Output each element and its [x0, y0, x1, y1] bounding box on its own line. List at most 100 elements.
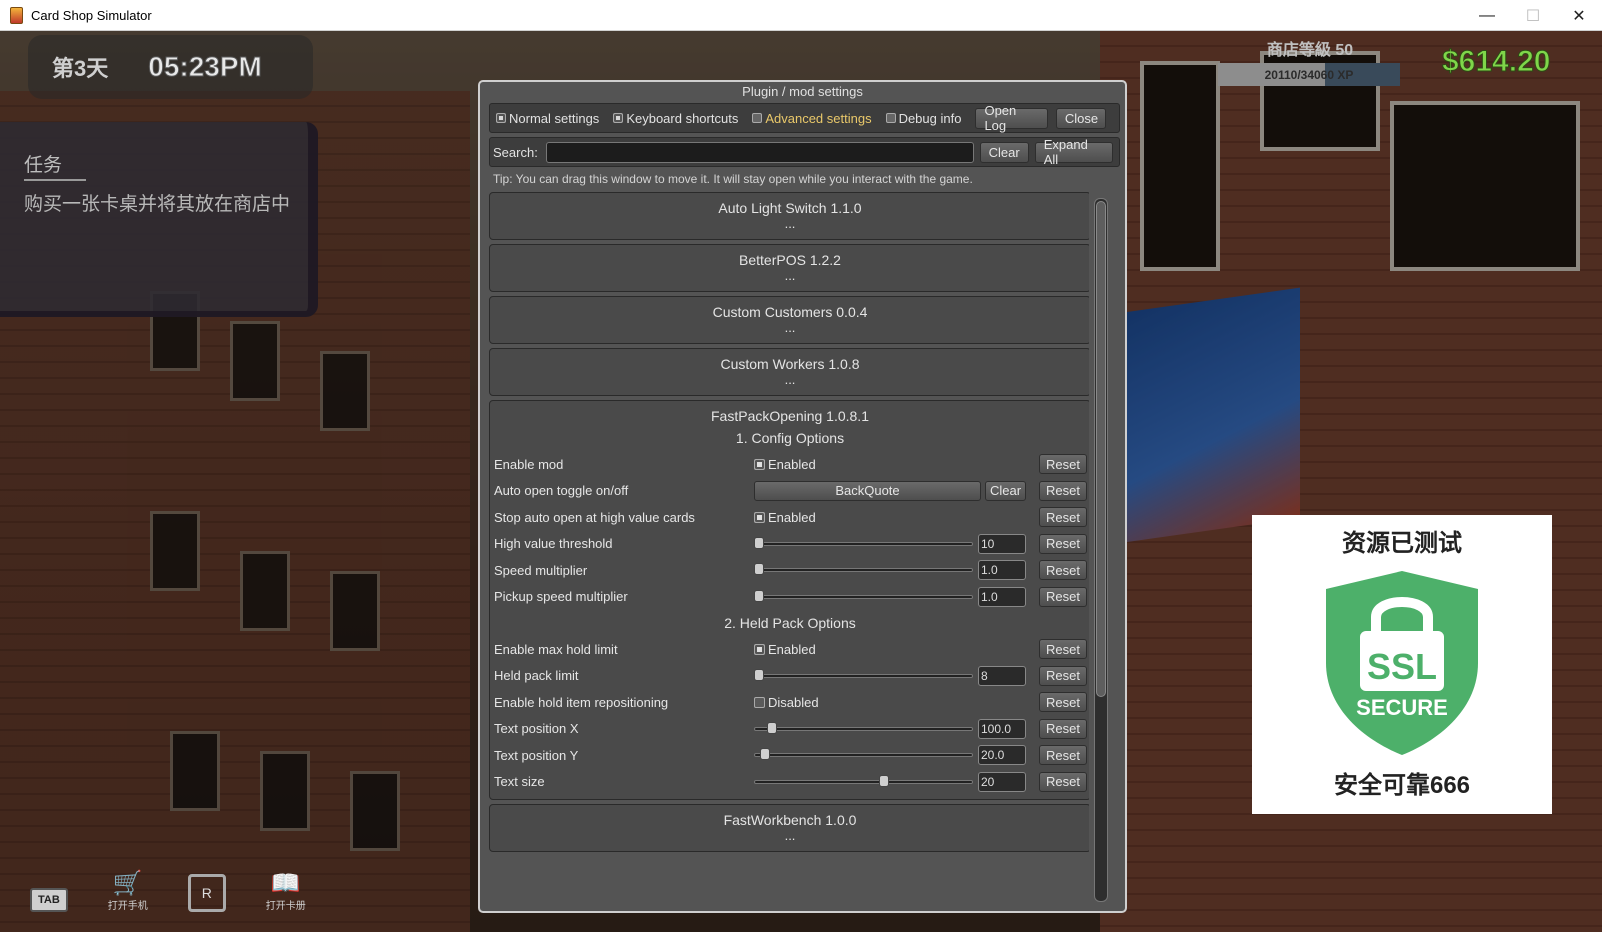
maximize-button[interactable]: ☐	[1510, 0, 1556, 31]
window-controls: — ☐ ✕	[1464, 0, 1602, 31]
option-text-position-y: Text position Y 20.0 Reset	[490, 742, 1089, 769]
plugin-settings-dialog[interactable]: Plugin / mod settings Normal settings Ke…	[478, 80, 1127, 913]
text-y-input[interactable]: 20.0	[978, 745, 1026, 766]
keybind-button[interactable]: BackQuote	[754, 480, 981, 501]
high-value-slider[interactable]	[754, 536, 973, 552]
reset-button[interactable]: Reset	[1039, 665, 1087, 686]
option-speed-multiplier: Speed multiplier 1.0 Reset	[490, 557, 1089, 584]
plugin-collapsed[interactable]: Custom Workers 1.0.8 ...	[489, 348, 1089, 396]
search-clear-button[interactable]: Clear	[979, 141, 1029, 163]
checkbox-icon	[496, 113, 506, 123]
option-hold-repositioning: Enable hold item repositioning Disabled …	[490, 689, 1089, 716]
option-label: High value threshold	[494, 536, 613, 552]
reset-button[interactable]: Reset	[1039, 745, 1087, 765]
enable-mod-toggle[interactable]: Enabled	[754, 457, 816, 472]
minimize-button[interactable]: —	[1464, 0, 1510, 31]
plugin-list-scrollbar[interactable]	[1094, 198, 1108, 902]
shield-lock-icon: SSL SECURE	[1326, 571, 1478, 755]
text-size-slider[interactable]	[754, 774, 973, 790]
text-size-input[interactable]: 20	[978, 771, 1026, 792]
plugin-name: Custom Workers 1.0.8	[720, 356, 860, 372]
text-y-slider[interactable]	[754, 747, 973, 763]
reset-button[interactable]: Reset	[1039, 586, 1087, 607]
plugin-collapsed[interactable]: FastWorkbench 1.0.0 ...	[489, 804, 1089, 852]
slider-thumb[interactable]	[760, 748, 771, 761]
keybind-clear-button[interactable]: Clear	[985, 480, 1027, 501]
hotkey-r[interactable]: R	[187, 874, 226, 912]
hold-repositioning-toggle[interactable]: Disabled	[754, 695, 819, 710]
section-header: 1. Config Options	[735, 430, 845, 446]
reset-button[interactable]: Reset	[1039, 692, 1087, 712]
reset-button[interactable]: Reset	[1039, 718, 1087, 739]
option-pickup-speed: Pickup speed multiplier 1.0 Reset	[490, 584, 1089, 611]
reset-button[interactable]: Reset	[1039, 560, 1087, 580]
search-label: Search:	[493, 144, 538, 160]
hotkey-phone[interactable]: 🛒 打开手机	[108, 871, 148, 913]
speed-multiplier-slider[interactable]	[754, 562, 973, 578]
open-log-button[interactable]: Open Log	[975, 103, 1049, 133]
xp-bar: 20110/34060 XP	[1218, 63, 1400, 86]
expand-all-button[interactable]: Expand All	[1034, 137, 1113, 167]
tab-debug-info[interactable]: Debug info	[885, 111, 961, 126]
text-x-slider[interactable]	[754, 721, 973, 737]
tab-keyboard-shortcuts[interactable]: Keyboard shortcuts	[613, 111, 738, 126]
game-viewport[interactable]: 第3天 05:23PM 任务 购买一张卡桌并将其放在商店中 商店等級 50 20…	[0, 31, 1602, 932]
day-time-panel: 第3天 05:23PM	[28, 35, 313, 99]
plugin-name: BetterPOS 1.2.2	[739, 252, 841, 268]
slider-thumb[interactable]	[754, 668, 764, 681]
slider-thumb[interactable]	[754, 536, 764, 549]
speed-multiplier-input[interactable]: 1.0	[978, 560, 1026, 581]
pickup-speed-slider[interactable]	[754, 589, 973, 605]
option-label: Text position Y	[494, 747, 579, 763]
option-label: Held pack limit	[494, 668, 579, 684]
option-label: Enable hold item repositioning	[494, 694, 669, 710]
reset-button[interactable]: Reset	[1039, 639, 1087, 659]
slider-thumb[interactable]	[754, 563, 764, 576]
hotkey-tab[interactable]: TAB	[30, 888, 68, 912]
tab-key-icon: TAB	[30, 888, 68, 912]
checkbox-icon	[754, 643, 765, 655]
stop-auto-toggle[interactable]: Enabled	[754, 510, 816, 525]
reset-button[interactable]: Reset	[1039, 480, 1087, 501]
section-header: 2. Held Pack Options	[724, 615, 856, 631]
option-label: Pickup speed multiplier	[494, 589, 628, 605]
toggle-state: Enabled	[768, 509, 816, 525]
close-dialog-button[interactable]: Close	[1056, 107, 1107, 129]
ssl-bottom-text: 安全可靠666	[1333, 772, 1471, 799]
plugin-collapsed[interactable]: Custom Customers 0.0.4 ...	[489, 296, 1089, 344]
plugin-name[interactable]: FastPackOpening 1.0.8.1	[490, 401, 1089, 425]
text-x-input[interactable]: 100.0	[978, 718, 1026, 739]
held-limit-slider[interactable]	[754, 668, 973, 684]
window-titlebar[interactable]: Card Shop Simulator — ☐ ✕	[0, 0, 1602, 31]
scrollbar-thumb[interactable]	[1096, 201, 1106, 697]
held-limit-input[interactable]: 8	[978, 665, 1026, 686]
tab-normal-settings[interactable]: Normal settings	[496, 111, 599, 126]
tab-advanced-settings[interactable]: Advanced settings	[752, 111, 872, 126]
max-hold-toggle[interactable]: Enabled	[754, 642, 816, 657]
settings-tabs: Normal settings Keyboard shortcuts Advan…	[489, 103, 1120, 133]
close-window-button[interactable]: ✕	[1556, 0, 1602, 31]
search-input[interactable]	[545, 141, 974, 163]
tip-text: Tip: You can drag this window to move it…	[493, 172, 973, 186]
option-label: Enable max hold limit	[494, 641, 618, 657]
reset-button[interactable]: Reset	[1039, 771, 1087, 792]
dialog-title[interactable]: Plugin / mod settings	[480, 82, 1125, 102]
reset-button[interactable]: Reset	[1039, 507, 1087, 527]
slider-thumb[interactable]	[879, 774, 890, 787]
option-label: Enable mod	[494, 456, 564, 472]
plugin-collapsed[interactable]: BetterPOS 1.2.2 ...	[489, 244, 1089, 292]
option-enable-mod: Enable mod Enabled Reset	[490, 451, 1089, 478]
option-stop-auto-open: Stop auto open at high value cards Enabl…	[490, 504, 1089, 531]
reset-button[interactable]: Reset	[1039, 533, 1087, 554]
plugin-collapsed[interactable]: Auto Light Switch 1.1.0 ...	[489, 192, 1089, 240]
slider-thumb[interactable]	[766, 721, 777, 734]
hotkey-album[interactable]: 📖 打开卡册	[266, 871, 306, 913]
reset-button[interactable]: Reset	[1039, 454, 1087, 474]
checkbox-icon	[754, 458, 765, 470]
app-icon	[10, 6, 23, 24]
high-value-input[interactable]: 10	[978, 533, 1026, 554]
option-label: Auto open toggle on/off	[494, 483, 629, 499]
slider-thumb[interactable]	[754, 589, 764, 602]
pickup-speed-input[interactable]: 1.0	[978, 586, 1026, 607]
hotbar: TAB 🛒 打开手机 R 📖 打开卡册	[30, 871, 346, 912]
